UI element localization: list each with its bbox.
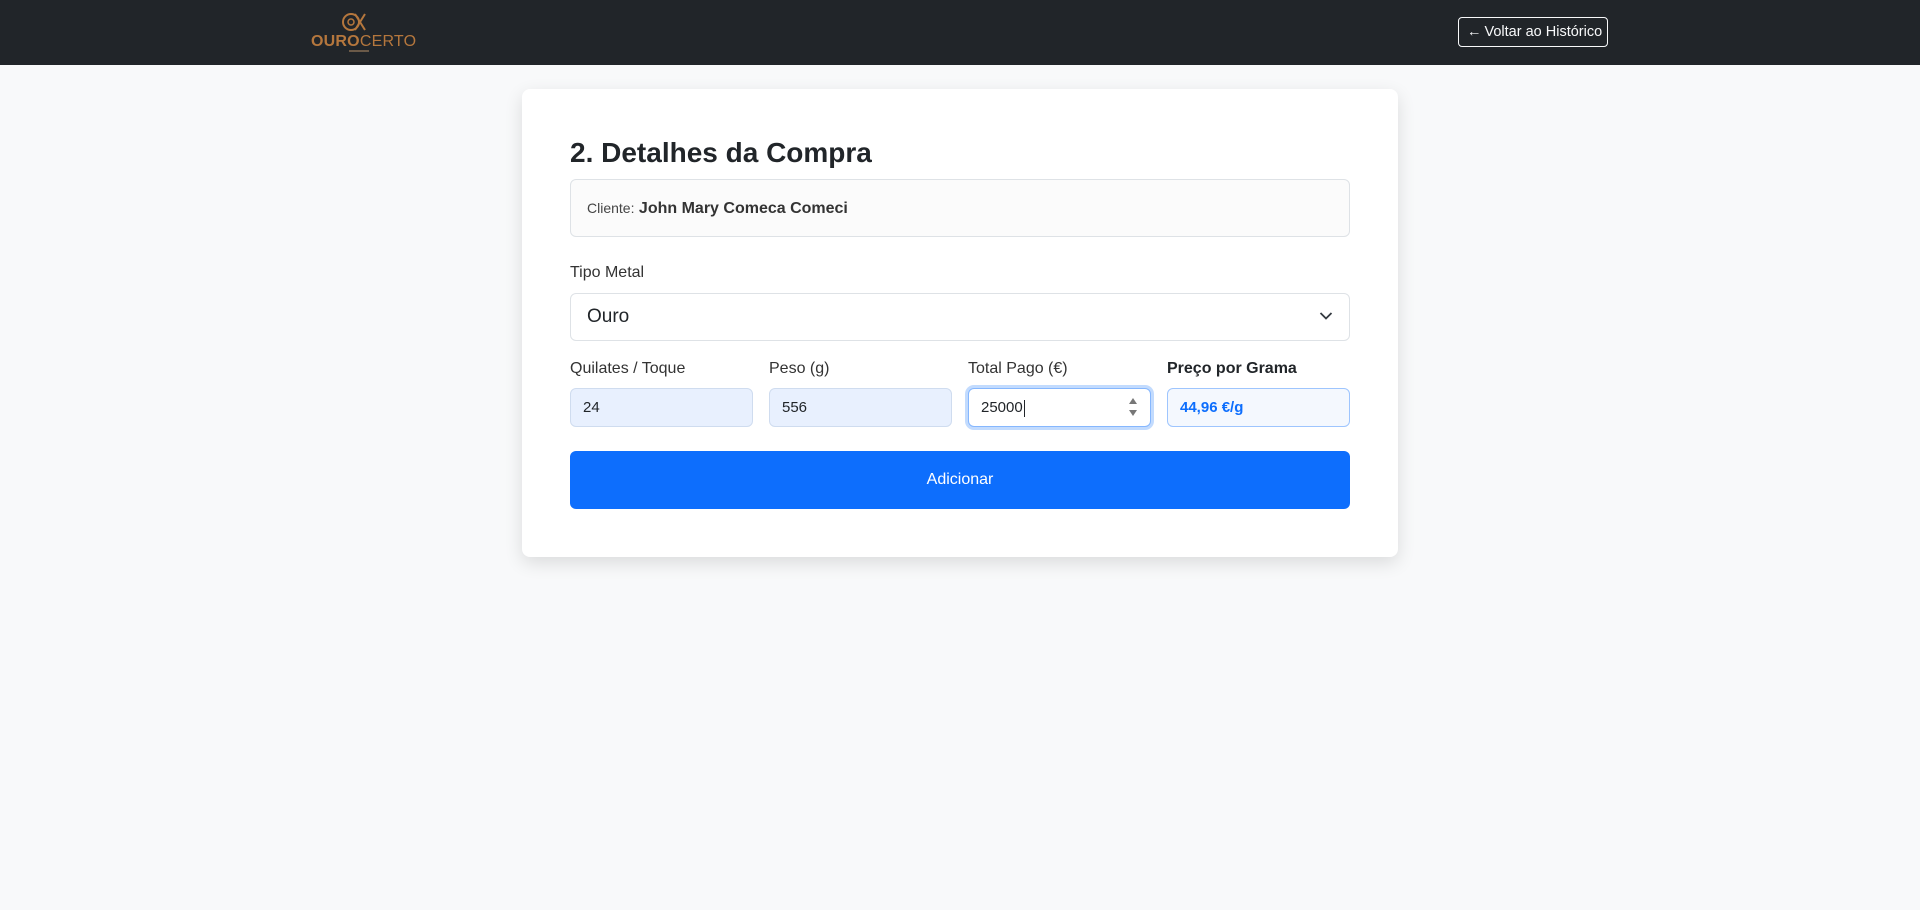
brand-name-light: CERTO bbox=[359, 33, 417, 50]
page-title: 2. Detalhes da Compra bbox=[570, 137, 872, 168]
carats-label: Quilates / Toque bbox=[570, 360, 686, 377]
brand-logo[interactable]: OUROCERTO bbox=[311, 10, 416, 54]
add-button[interactable]: Adicionar bbox=[570, 451, 1350, 509]
back-to-history-button[interactable]: ← Voltar ao Histórico bbox=[1458, 17, 1608, 47]
price-per-gram-value: 44,96 €/g bbox=[1180, 399, 1244, 416]
brand-name-bold: OURO bbox=[311, 33, 360, 50]
total-paid-input[interactable]: 25000 bbox=[968, 388, 1151, 427]
metal-type-select[interactable]: Ouro bbox=[570, 293, 1350, 341]
weight-label: Peso (g) bbox=[769, 360, 830, 377]
brand-name: OUROCERTO bbox=[311, 33, 416, 51]
back-to-history-label: Voltar ao Histórico bbox=[1484, 24, 1603, 40]
ouro-certo-logo-icon bbox=[342, 13, 366, 31]
carats-input[interactable]: 24 bbox=[570, 388, 753, 427]
client-name: John Mary Comeca Comeci bbox=[638, 200, 848, 217]
total-paid-value: 25000 bbox=[981, 399, 1023, 416]
top-navbar: OUROCERTO ← Voltar ao Histórico bbox=[0, 0, 1920, 65]
client-label: Cliente: bbox=[587, 200, 635, 216]
chevron-down-icon bbox=[1319, 312, 1333, 320]
metal-type-selected-value: Ouro bbox=[587, 306, 630, 327]
weight-input[interactable]: 556 bbox=[769, 388, 952, 427]
text-caret bbox=[1023, 399, 1025, 417]
purchase-details-card: 2. Detalhes da Compra Cliente: John Mary… bbox=[522, 89, 1398, 557]
price-per-gram-output: 44,96 €/g bbox=[1167, 388, 1350, 427]
brand-tagline-line bbox=[349, 50, 369, 52]
total-paid-label: Total Pago (€) bbox=[968, 360, 1068, 377]
arrow-left-icon: ← bbox=[1467, 24, 1482, 40]
carats-value: 24 bbox=[583, 399, 600, 416]
client-info-box: Cliente: John Mary Comeca Comeci bbox=[570, 179, 1350, 237]
metal-type-label: Tipo Metal bbox=[570, 264, 645, 281]
price-per-gram-label: Preço por Grama bbox=[1167, 360, 1297, 377]
weight-value: 556 bbox=[782, 399, 808, 416]
number-spinner-icon[interactable] bbox=[1128, 394, 1138, 420]
